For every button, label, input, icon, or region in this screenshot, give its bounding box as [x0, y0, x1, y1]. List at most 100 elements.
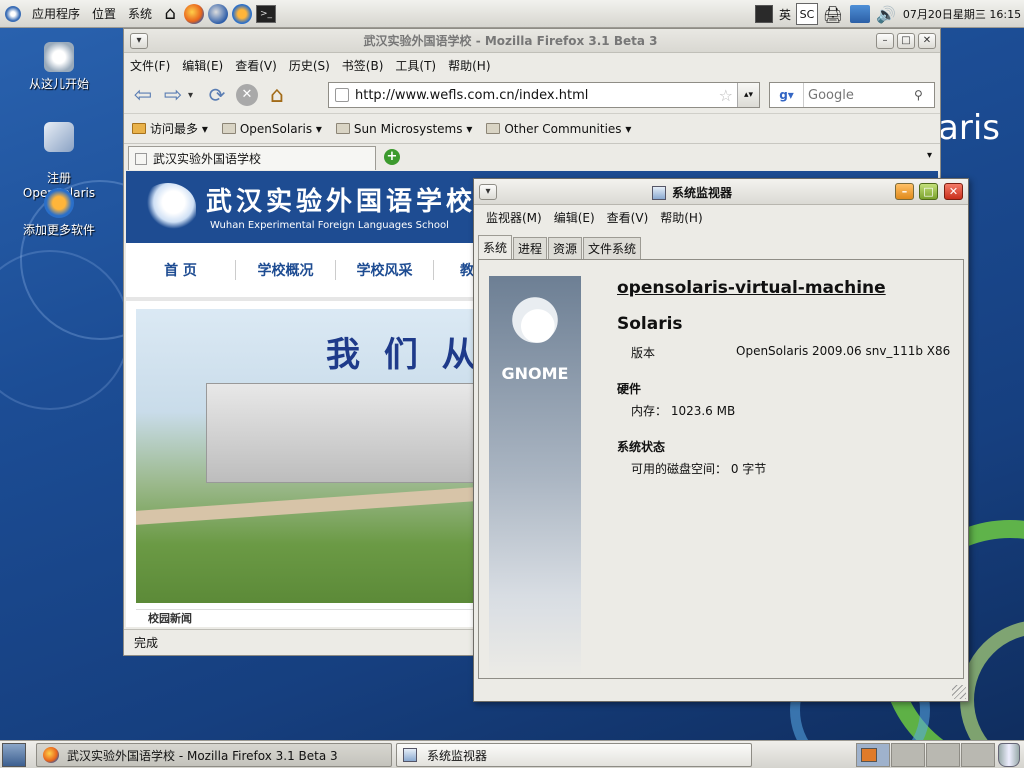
input-mode-indicator[interactable]: SC: [796, 3, 818, 25]
site-favicon-icon: [335, 88, 349, 102]
search-input[interactable]: [804, 87, 914, 103]
workspace-3[interactable]: [926, 743, 960, 767]
site-nav-home[interactable]: 首 页: [126, 260, 236, 280]
news-heading: 校园新闻: [136, 609, 476, 627]
close-button[interactable]: ✕: [944, 183, 963, 200]
system-tab-panel: GNOME opensolaris-virtual-machine Solari…: [478, 259, 964, 679]
bookmark-sun-microsystems[interactable]: Sun Microsystems ▾: [335, 121, 472, 136]
menu-system[interactable]: 系统: [122, 0, 158, 28]
forward-arrow-icon[interactable]: ⇨: [158, 80, 188, 110]
campus-path: [136, 487, 476, 525]
tab-list-dropdown-icon[interactable]: ▾: [927, 150, 932, 161]
window-menu-button[interactable]: ▾: [479, 183, 497, 200]
site-nav-gallery[interactable]: 学校风采: [336, 260, 434, 280]
maximize-button[interactable]: □: [919, 183, 938, 200]
tab-favicon-icon: [135, 152, 147, 165]
tab-resources[interactable]: 资源: [548, 237, 583, 259]
menu-tools[interactable]: 工具(T): [389, 57, 442, 74]
sysmon-icon: [403, 748, 417, 762]
back-arrow-icon[interactable]: ⇦: [128, 80, 158, 110]
start-here-icon: [44, 42, 74, 72]
site-name-cn: 武汉实验外国语学校: [206, 187, 477, 217]
os-name: Solaris: [617, 314, 683, 334]
tab-system[interactable]: 系统: [478, 235, 513, 259]
menu-places[interactable]: 位置: [86, 0, 122, 28]
menu-edit[interactable]: 编辑(E): [176, 57, 229, 74]
url-dropdown-icon[interactable]: ▴▾: [737, 83, 759, 107]
show-desktop-icon[interactable]: [2, 743, 26, 767]
taskbar-system-monitor[interactable]: 系统监视器: [396, 743, 752, 767]
url-text[interactable]: http://www.wefls.com.cn/index.html: [355, 88, 719, 103]
volume-icon[interactable]: 🔊: [874, 3, 898, 25]
folder-icon: [335, 123, 350, 134]
terminal-launcher-icon[interactable]: >_: [255, 3, 277, 25]
update-launcher-icon[interactable]: [231, 3, 253, 25]
firefox-titlebar[interactable]: ▾ 武汉实验外国语学校 - Mozilla Firefox 3.1 Beta 3…: [124, 29, 940, 53]
firefox-icon: [43, 747, 59, 763]
update-notifier-icon[interactable]: [848, 3, 872, 25]
menu-history[interactable]: 历史(S): [283, 57, 336, 74]
tab-filesystems[interactable]: 文件系统: [583, 237, 642, 259]
taskbar-firefox[interactable]: 武汉实验外国语学校 - Mozilla Firefox 3.1 Beta 3: [36, 743, 392, 767]
memory-info: 内存： 1023.6 MB: [631, 404, 736, 418]
workspace-2[interactable]: [891, 743, 925, 767]
bookmark-star-icon[interactable]: ☆: [719, 86, 733, 105]
thunderbird-launcher-icon[interactable]: [207, 3, 229, 25]
home-icon[interactable]: ⌂: [262, 80, 292, 110]
workspace-4[interactable]: [961, 743, 995, 767]
menu-help[interactable]: 帮助(H): [442, 57, 496, 74]
menu-view[interactable]: 查看(V): [229, 57, 283, 74]
bookmark-other-communities[interactable]: Other Communities ▾: [486, 122, 631, 136]
reload-icon[interactable]: ⟳: [202, 80, 232, 110]
menu-bookmarks[interactable]: 书签(B): [336, 57, 390, 74]
menu-help[interactable]: 帮助(H): [654, 209, 708, 226]
input-language-indicator[interactable]: 英: [776, 3, 794, 25]
menu-view[interactable]: 查看(V): [601, 209, 655, 226]
minimize-button[interactable]: –: [895, 183, 914, 200]
menu-applications[interactable]: 应用程序: [26, 0, 86, 28]
sysmon-tabs: 系统 进程 资源 文件系统: [474, 229, 968, 259]
network-monitor-icon[interactable]: [752, 3, 776, 25]
firefox-launcher-icon[interactable]: [183, 3, 205, 25]
history-dropdown-icon[interactable]: ▾: [188, 90, 202, 101]
browser-tab[interactable]: 武汉实验外国语学校: [128, 146, 376, 170]
sysmon-titlebar[interactable]: ▾ 系统监视器 – □ ✕: [474, 179, 968, 205]
system-monitor-window: ▾ 系统监视器 – □ ✕ 监视器(M) 编辑(E) 查看(V) 帮助(H) 系…: [473, 178, 969, 702]
search-box[interactable]: g▾ ⚲: [769, 82, 935, 108]
window-menu-button[interactable]: ▾: [130, 32, 148, 49]
bookmark-label: 访问最多: [150, 122, 199, 136]
search-icon[interactable]: ⚲: [914, 88, 934, 102]
sysmon-menubar: 监视器(M) 编辑(E) 查看(V) 帮助(H): [474, 205, 968, 229]
site-nav-about[interactable]: 学校概况: [236, 260, 336, 280]
trash-icon[interactable]: [998, 743, 1020, 767]
desktop-icon-add-software[interactable]: 添加更多软件: [9, 188, 109, 238]
url-bar[interactable]: http://www.wefls.com.cn/index.html ☆ ▴▾: [328, 82, 760, 108]
menu-file[interactable]: 文件(F): [124, 57, 176, 74]
resize-grip-icon[interactable]: [952, 685, 966, 699]
site-name-en: Wuhan Experimental Foreign Languages Sch…: [210, 220, 449, 231]
desktop-icon-label: 从这儿开始: [28, 77, 89, 91]
gnome-foot-icon[interactable]: [0, 1, 26, 27]
top-panel: 应用程序 位置 系统 ⌂ >_ 英 SC 🖨 🔊 07月20日星期三 16:15: [0, 0, 1024, 28]
bookmark-label: Sun Microsystems: [353, 121, 463, 136]
workspace-1[interactable]: [856, 743, 890, 767]
desktop-icon-start-here[interactable]: 从这儿开始: [9, 42, 109, 92]
printer-icon[interactable]: 🖨: [822, 3, 844, 25]
stop-icon[interactable]: ✕: [232, 80, 262, 110]
search-engine-icon[interactable]: g▾: [770, 83, 804, 107]
version-value: OpenSolaris 2009.06 snv_111b X86: [736, 344, 951, 358]
minimize-button[interactable]: –: [876, 32, 894, 49]
add-software-icon: [44, 188, 74, 218]
tab-processes[interactable]: 进程: [513, 237, 548, 259]
menu-edit[interactable]: 编辑(E): [548, 209, 601, 226]
clock[interactable]: 07月20日星期三 16:15: [900, 3, 1024, 25]
maximize-button[interactable]: □: [897, 32, 915, 49]
bookmark-most-visited[interactable]: 访问最多 ▾: [132, 120, 208, 137]
bookmark-opensolaris[interactable]: OpenSolaris ▾: [221, 122, 322, 136]
home-launcher-icon[interactable]: ⌂: [159, 3, 181, 25]
gnome-foot-logo-icon: [507, 290, 563, 350]
new-tab-plus-icon[interactable]: +: [384, 149, 400, 165]
close-button[interactable]: ✕: [918, 32, 936, 49]
tab-strip: 武汉实验外国语学校 + ▾: [124, 143, 940, 170]
menu-monitor[interactable]: 监视器(M): [480, 209, 548, 226]
